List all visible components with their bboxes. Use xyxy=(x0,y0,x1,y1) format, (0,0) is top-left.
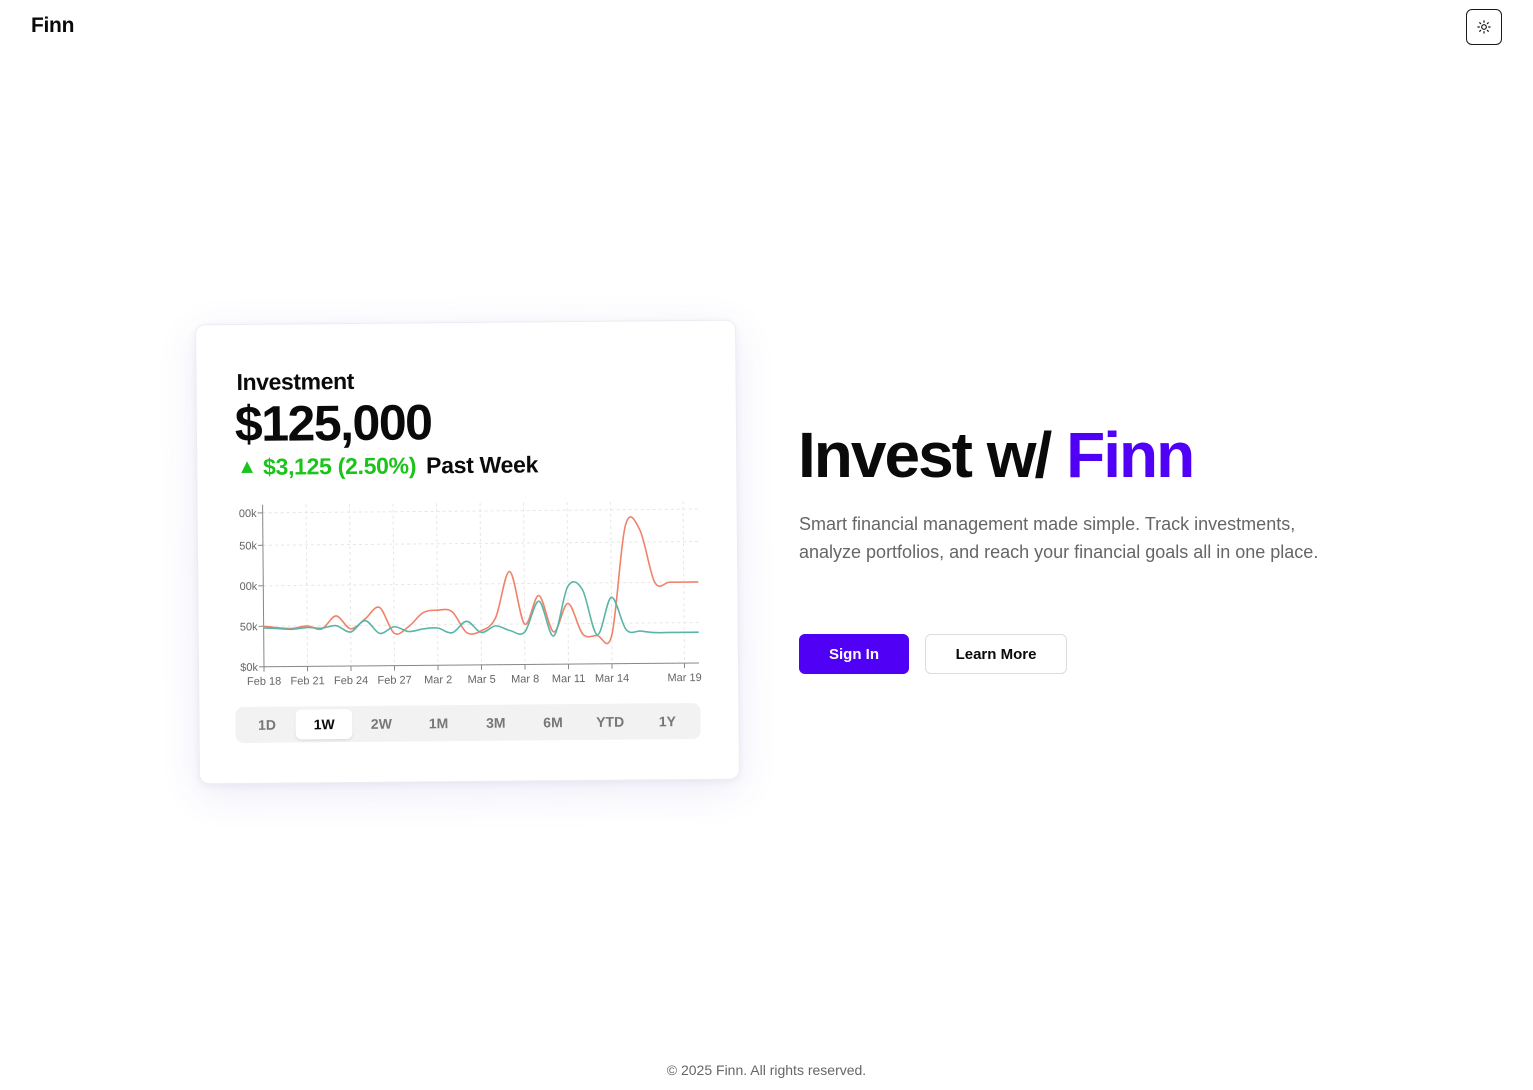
x-tick-label: Feb 27 xyxy=(377,674,411,686)
grid-line-v xyxy=(523,502,526,665)
sun-icon xyxy=(1477,20,1491,34)
x-tick-label: Mar 11 xyxy=(552,673,586,685)
grid-line-v xyxy=(566,502,569,665)
x-tick-label: Feb 18 xyxy=(247,676,281,688)
timeframe-1y[interactable]: 1Y xyxy=(639,706,696,736)
investment-card: Investment $125,000 ▲ $3,125 (2.50%) Pas… xyxy=(195,319,740,785)
change-period: Past Week xyxy=(426,451,539,479)
hero-title-accent: Finn xyxy=(1066,419,1195,491)
card-label: Investment xyxy=(236,367,355,396)
x-tick-label: Mar 5 xyxy=(468,674,496,686)
y-tick-label: 50k xyxy=(239,540,257,552)
timeframe-selector: 1D 1W 2W 1M 3M 6M YTD 1Y xyxy=(235,702,701,744)
grid-line-v xyxy=(392,503,395,666)
y-axis xyxy=(262,504,265,667)
hero-title-prefix: Invest w/ xyxy=(798,419,1067,491)
x-tick-label: Feb 21 xyxy=(290,675,324,687)
y-tick-label: 00k xyxy=(239,581,257,593)
x-tick-label: Mar 19 xyxy=(667,672,701,684)
x-tick-label: Mar 14 xyxy=(595,673,629,685)
change-value: $3,125 (2.50%) xyxy=(262,452,417,480)
timeframe-ytd[interactable]: YTD xyxy=(582,707,639,737)
change-row: ▲ $3,125 (2.50%) Past Week xyxy=(237,451,538,481)
up-arrow-icon: ▲ xyxy=(237,455,258,479)
grid-line-h xyxy=(262,540,698,546)
timeframe-1m[interactable]: 1M xyxy=(410,708,467,738)
hero-description: Smart financial management made simple. … xyxy=(799,514,1319,562)
investment-chart: $0k 50k 00k 50k 00k Feb 18 Feb 21 Feb 24 Feb 27 M… xyxy=(239,501,702,688)
theme-toggle-button[interactable] xyxy=(1466,9,1502,45)
timeframe-2w[interactable]: 2W xyxy=(353,709,410,739)
timeframe-6m[interactable]: 6M xyxy=(524,707,581,737)
sign-in-button[interactable]: Sign In xyxy=(799,634,909,674)
x-tick-label: Mar 8 xyxy=(511,673,539,685)
timeframe-3m[interactable]: 3M xyxy=(467,708,524,738)
footer-copyright: © 2025 Finn. All rights reserved. xyxy=(666,1062,867,1078)
timeframe-1w[interactable]: 1W xyxy=(295,709,353,740)
timeframe-1d[interactable]: 1D xyxy=(238,710,295,740)
investment-value: $125,000 xyxy=(234,394,432,453)
x-tick-label: Mar 2 xyxy=(424,674,452,686)
y-tick-label: 50k xyxy=(240,621,258,633)
y-tick-label: 00k xyxy=(239,508,257,520)
brand-logo[interactable]: Finn xyxy=(31,14,74,38)
y-tick-label: $0k xyxy=(240,662,258,674)
hero-title: Invest w/ Finn xyxy=(798,419,1195,491)
x-tick-label: Feb 24 xyxy=(334,675,368,687)
learn-more-button[interactable]: Learn More xyxy=(925,634,1067,674)
